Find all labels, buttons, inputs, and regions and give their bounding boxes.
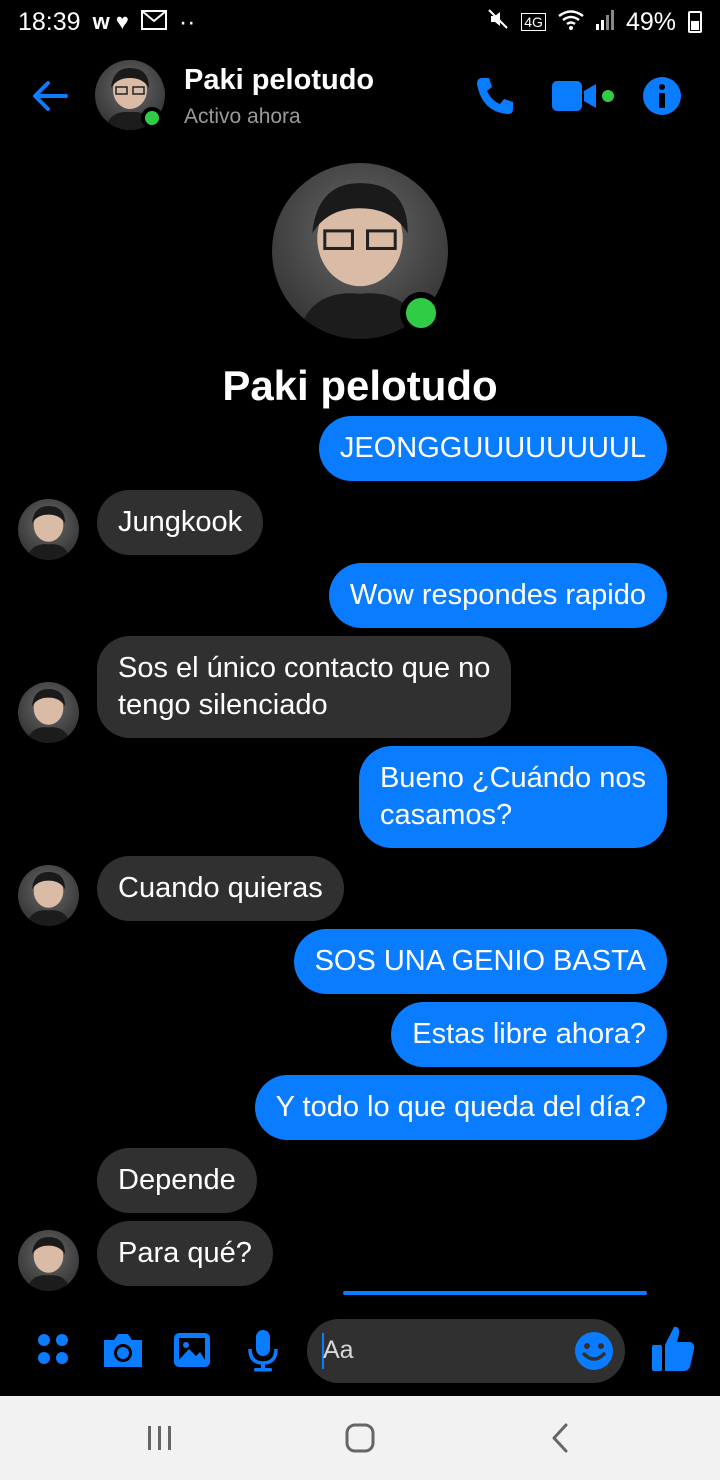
back-button[interactable] (28, 74, 72, 118)
more-notifications: ·· (178, 7, 196, 36)
message-incoming[interactable]: Para qué? (97, 1221, 273, 1286)
more-actions-button[interactable] (32, 1327, 78, 1373)
message-outgoing-partial (343, 1291, 647, 1295)
system-nav-bar (0, 1396, 720, 1480)
contact-status: Activo ahora (184, 105, 301, 128)
gallery-button[interactable] (170, 1327, 216, 1373)
message-incoming[interactable]: Sos el único contacto que no tengo silen… (97, 636, 512, 738)
message-avatar[interactable] (18, 1230, 79, 1291)
composer-bar: Aa (0, 1305, 720, 1395)
like-button[interactable] (650, 1323, 696, 1373)
battery-percent: 49% (625, 7, 676, 36)
voice-message-button[interactable] (240, 1327, 286, 1373)
microphone-icon (248, 1330, 278, 1372)
message-incoming[interactable]: Depende (97, 1148, 257, 1213)
battery-icon (688, 11, 702, 33)
back-nav-button[interactable] (542, 1422, 582, 1454)
home-icon (345, 1423, 375, 1453)
camera-button[interactable] (100, 1327, 146, 1373)
smiley-icon (575, 1332, 613, 1370)
video-camera-icon (552, 81, 614, 111)
avatar-photo-icon (26, 871, 71, 926)
message-avatar[interactable] (18, 682, 79, 743)
avatar-photo-icon (26, 1236, 71, 1291)
thumbs-up-icon (652, 1326, 695, 1371)
profile-online-indicator (400, 292, 442, 334)
camera-icon (104, 1334, 142, 1367)
message-incoming[interactable]: Cuando quieras (97, 856, 344, 921)
wifi-icon (558, 8, 584, 37)
network-type: 4G (521, 13, 546, 31)
mute-icon (487, 8, 509, 37)
image-icon (174, 1333, 210, 1367)
message-input[interactable]: Aa (307, 1319, 625, 1383)
avatar-photo-icon (26, 505, 71, 560)
recent-apps-button[interactable] (140, 1422, 180, 1454)
message-avatar[interactable] (18, 865, 79, 926)
video-call-button[interactable] (550, 78, 616, 114)
message-incoming[interactable]: Jungkook (97, 490, 264, 555)
phone-icon (477, 78, 513, 114)
info-button[interactable] (641, 75, 683, 117)
chevron-left-icon (552, 1423, 568, 1453)
message-outgoing[interactable]: SOS UNA GENIO BASTA (293, 929, 667, 994)
voice-call-button[interactable] (472, 74, 516, 118)
emoji-button[interactable] (574, 1331, 614, 1371)
chat-header: Paki pelotudo Activo ahora (0, 50, 720, 142)
message-line: casamos? (379, 799, 513, 831)
message-outgoing[interactable]: JEONGGUUUUUUUUL (318, 416, 667, 481)
status-bar: 18:39 w ♥ ·· 4G 49% (0, 0, 720, 44)
status-right: 4G 49% (487, 8, 702, 37)
avatar-photo-icon (26, 688, 71, 743)
recents-icon (148, 1426, 171, 1450)
clock: 18:39 (18, 7, 81, 36)
message-outgoing[interactable]: Y todo lo que queda del día? (254, 1075, 667, 1140)
input-placeholder: Aa (323, 1336, 354, 1364)
arrow-left-icon (33, 81, 68, 111)
mail-icon (140, 8, 167, 37)
status-left: 18:39 w ♥ ·· (18, 8, 196, 37)
message-outgoing[interactable]: Bueno ¿Cuándo nos casamos? (358, 746, 667, 848)
message-outgoing[interactable]: Estas libre ahora? (391, 1002, 667, 1067)
message-line: tengo silenciado (118, 689, 328, 721)
message-avatar[interactable] (18, 499, 79, 560)
message-line: Bueno ¿Cuándo nos (379, 762, 646, 794)
online-indicator (141, 107, 163, 129)
info-icon (643, 77, 681, 115)
contact-name[interactable]: Paki pelotudo (184, 64, 374, 97)
notification-icons: w ♥ (92, 9, 129, 34)
message-outgoing[interactable]: Wow respondes rapido (328, 563, 667, 628)
message-line: Sos el único contacto que no (118, 652, 491, 684)
home-button[interactable] (340, 1422, 380, 1454)
signal-icon (595, 8, 614, 37)
four-dots-icon (38, 1334, 68, 1364)
profile-name: Paki pelotudo (222, 362, 498, 409)
